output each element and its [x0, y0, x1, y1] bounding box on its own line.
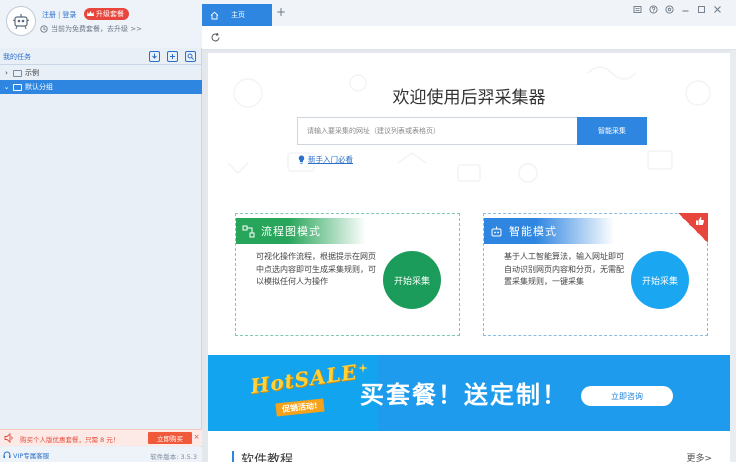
user-area: 注册 | 登录 升级套餐 当前为免费套餐，去升级 >>: [0, 0, 202, 48]
headset-icon: [3, 451, 11, 458]
smart-mode-card[interactable]: 智能模式 基于人工智能算法，输入网址即可自动识别网页内容和分页，无需配置采集规则…: [483, 213, 708, 336]
folder-icon: [13, 83, 22, 91]
window-controls: [633, 5, 722, 14]
newbie-guide-link[interactable]: 新手入门必看: [298, 154, 353, 165]
vip-support-link[interactable]: VIP专属客服: [3, 450, 49, 460]
import-task-button[interactable]: [149, 51, 160, 62]
maximize-icon[interactable]: [697, 5, 706, 14]
welcome-title: 欢迎使用后羿采集器: [392, 88, 546, 108]
sparkle-icon: [358, 363, 368, 373]
flowchart-mode-header: 流程图模式: [236, 218, 366, 244]
minimize-icon[interactable]: [681, 5, 690, 14]
search-task-button[interactable]: [185, 51, 196, 62]
robot-avatar-icon: [12, 14, 30, 30]
smart-collect-button[interactable]: 智能采集: [577, 117, 647, 145]
task-header-label: 我的任务: [3, 53, 31, 61]
auth-links: 注册 | 登录: [42, 10, 76, 20]
tree-item-example[interactable]: › 示例: [0, 66, 202, 80]
settings-icon[interactable]: [665, 5, 674, 14]
nav-bar: [202, 26, 736, 50]
more-tutorials-link[interactable]: 更多>: [686, 451, 712, 462]
chevron-right-icon[interactable]: ›: [3, 69, 10, 77]
thumbs-up-icon: [696, 217, 705, 225]
home-icon: [210, 11, 219, 19]
lightbulb-icon: [298, 155, 305, 164]
folder-icon: [13, 69, 22, 77]
tree-item-default-group[interactable]: ⌄ 默认分组: [0, 80, 202, 94]
new-tab-button[interactable]: +: [276, 5, 286, 19]
add-task-button[interactable]: [167, 51, 178, 62]
close-icon[interactable]: ×: [192, 433, 201, 441]
download-icon: [152, 53, 157, 59]
avatar[interactable]: [6, 6, 36, 36]
tree-item-label: 示例: [25, 69, 39, 77]
speaker-icon: [4, 433, 13, 443]
tab-label: 主页: [231, 11, 245, 19]
crown-icon: [87, 11, 94, 16]
promo-banner[interactable]: HotSALE 促销活动! 买套餐！送定制！ 立即咨询: [208, 355, 730, 431]
task-header: 我的任务: [0, 48, 202, 65]
promo-text: 购买个人版优惠套餐，只需 8 元！: [20, 436, 120, 444]
url-input-placeholder: 请输入要采集的网址（建议列表或表格页）: [307, 127, 440, 135]
register-link[interactable]: 注册: [42, 11, 56, 19]
upgrade-label: 升级套餐: [96, 10, 124, 18]
newbie-guide-label: 新手入门必看: [308, 155, 353, 164]
tab-home[interactable]: 主页: [202, 4, 272, 26]
auth-separator: |: [58, 11, 61, 19]
recommend-corner-badge: [678, 213, 708, 243]
clock-icon: [40, 25, 48, 33]
section-accent-bar: [232, 451, 234, 462]
plus-icon: [170, 54, 175, 59]
smart-mode-desc: 基于人工智能算法，输入网址即可自动识别网页内容和分页，无需配置采集规则，一键采集: [504, 252, 624, 286]
flowchart-icon: [242, 225, 255, 237]
buy-now-button[interactable]: 立即购买: [148, 432, 192, 444]
version-label: 软件版本: 3.5.3: [150, 453, 197, 461]
status-footer: VIP专属客服 软件版本: 3.5.3: [0, 447, 202, 462]
scrollbar[interactable]: [730, 50, 736, 462]
tutorial-section-header: 软件教程 更多>: [208, 445, 730, 462]
tab-strip: 主页 +: [202, 0, 736, 26]
flowchart-mode-card[interactable]: 流程图模式 可视化操作流程，根据提示在网页中点选内容即可生成采集规则，可以模拟任…: [235, 213, 460, 336]
flowchart-mode-title: 流程图模式: [261, 225, 321, 238]
home-card: 欢迎使用后羿采集器 请输入要采集的网址（建议列表或表格页） 智能采集 新手入门必…: [208, 53, 730, 462]
promo-bar: 购买个人版优惠套餐，只需 8 元！ 立即购买 ×: [0, 429, 202, 446]
consult-now-button[interactable]: 立即咨询: [581, 386, 673, 406]
banner-slogan: 买套餐！送定制！: [360, 381, 568, 409]
task-toolbar: [149, 51, 196, 62]
search-icon: [187, 53, 194, 60]
plan-status-text: 当前为免费套餐，去升级 >>: [51, 25, 142, 33]
smart-mode-header: 智能模式: [484, 218, 614, 244]
url-input[interactable]: 请输入要采集的网址（建议列表或表格页）: [297, 117, 577, 145]
robot-icon: [491, 226, 502, 236]
news-icon[interactable]: [633, 5, 642, 14]
smart-start-button[interactable]: 开始采集: [631, 251, 689, 309]
login-link[interactable]: 登录: [62, 11, 76, 19]
flowchart-start-button[interactable]: 开始采集: [383, 251, 441, 309]
refresh-icon[interactable]: [210, 32, 221, 43]
home-page: 欢迎使用后羿采集器 请输入要采集的网址（建议列表或表格页） 智能采集 新手入门必…: [202, 50, 736, 462]
left-panel: 注册 | 登录 升级套餐 当前为免费套餐，去升级 >> 我的任务 › 示例 ⌄ …: [0, 0, 202, 462]
tree-item-label: 默认分组: [25, 83, 53, 91]
tutorial-section-title: 软件教程: [241, 453, 294, 462]
smart-mode-title: 智能模式: [509, 225, 557, 238]
vip-support-label: VIP专属客服: [13, 452, 50, 460]
chevron-down-icon[interactable]: ⌄: [3, 83, 10, 91]
plan-status[interactable]: 当前为免费套餐，去升级 >>: [40, 24, 142, 34]
close-window-icon[interactable]: [713, 5, 722, 14]
task-tree: › 示例 ⌄ 默认分组: [0, 66, 202, 94]
help-icon[interactable]: [649, 5, 658, 14]
flowchart-mode-desc: 可视化操作流程，根据提示在网页中点选内容即可生成采集规则，可以模拟任何人为操作: [256, 252, 376, 286]
upgrade-badge[interactable]: 升级套餐: [84, 8, 129, 20]
